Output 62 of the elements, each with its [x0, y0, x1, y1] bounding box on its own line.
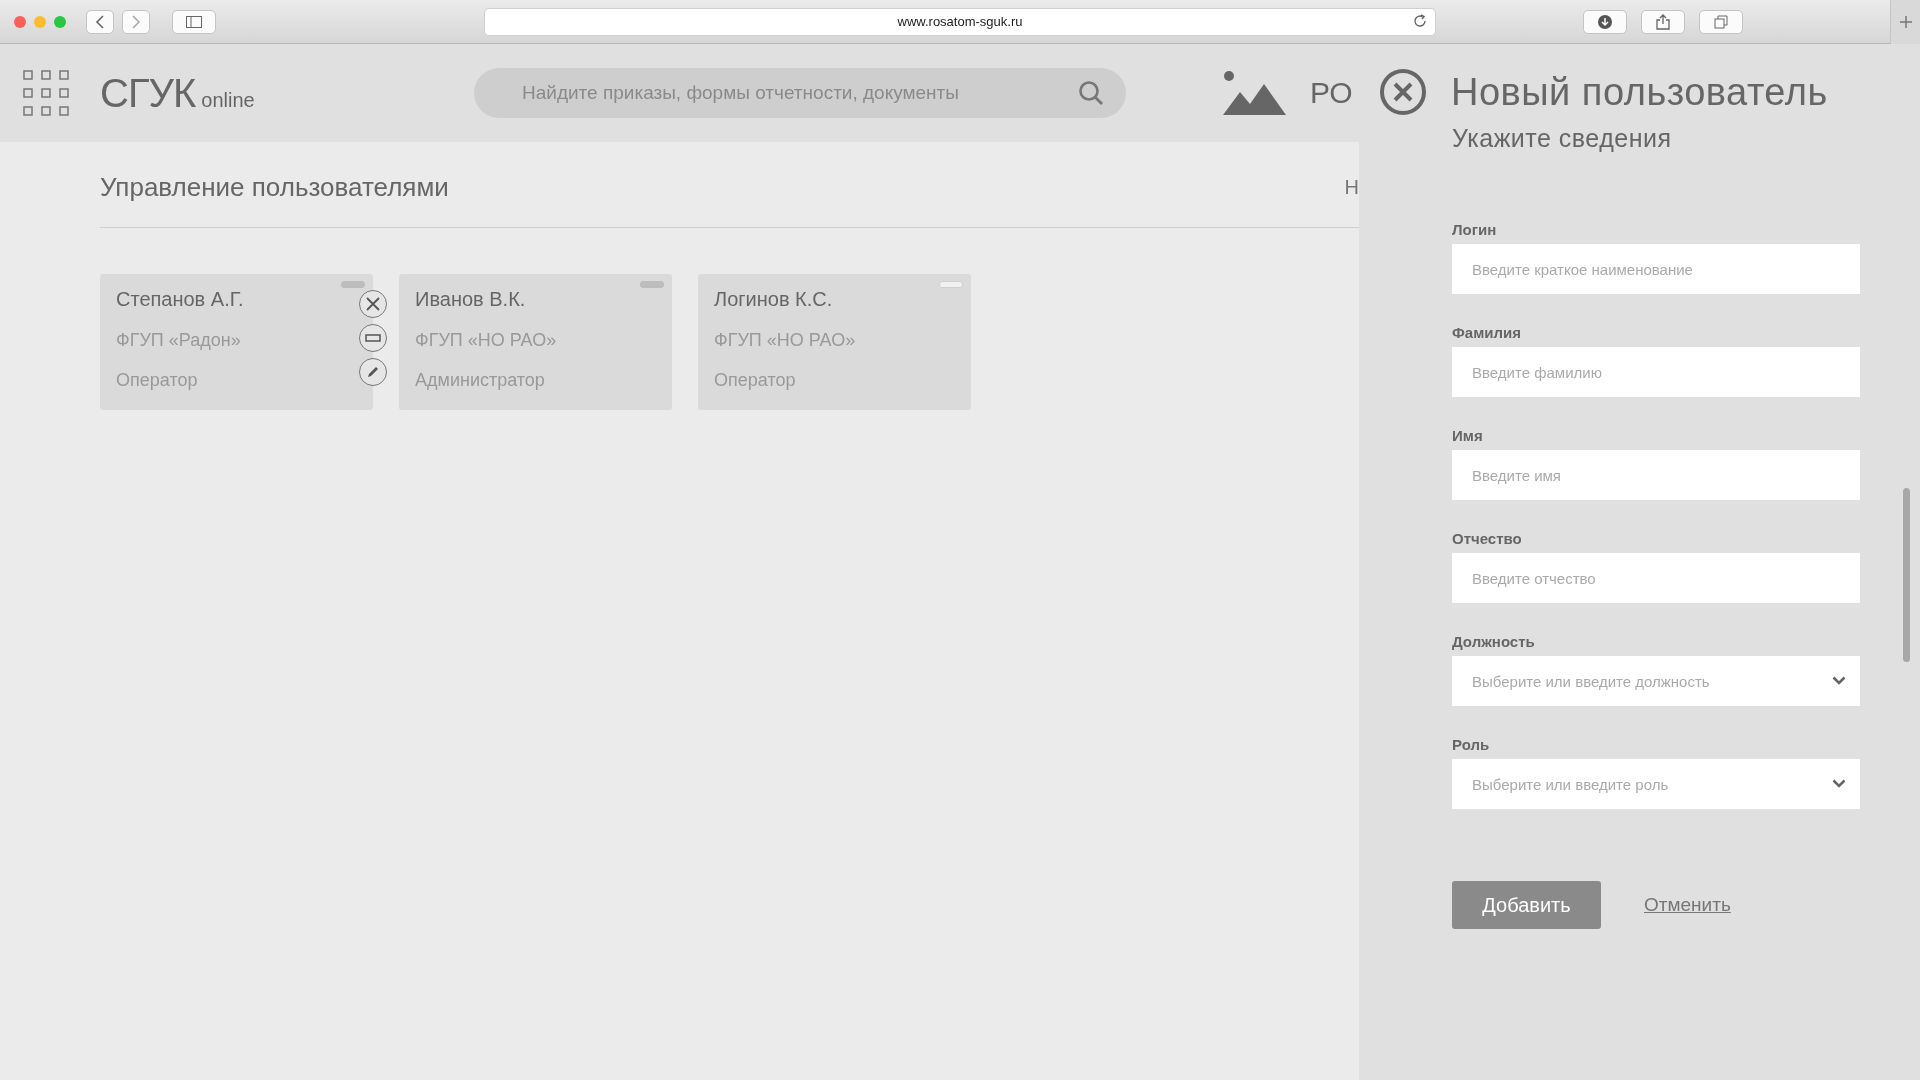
user-organization: ФГУП «Радон»: [116, 330, 242, 351]
user-name: Степанов А.Г.: [116, 288, 245, 311]
close-window-button[interactable]: [14, 15, 26, 28]
maximize-window-button[interactable]: [54, 15, 66, 28]
forward-button[interactable]: [122, 9, 150, 34]
user-role: Оператор: [116, 370, 199, 391]
new-tab-button[interactable]: [1890, 0, 1920, 44]
page-title: Управление пользователями: [100, 171, 449, 203]
plus-icon: [1899, 15, 1912, 28]
panel-title: Новый пользователь: [1451, 70, 1828, 114]
user-name: Иванов В.К.: [415, 288, 527, 311]
field-label: Роль: [1452, 736, 1491, 753]
minus-icon: [365, 334, 381, 342]
share-button[interactable]: [1641, 9, 1685, 34]
address-bar[interactable]: www.rosatom-sguk.ru: [484, 7, 1436, 36]
user-organization: ФГУП «НО РАО»: [415, 330, 558, 351]
user-organization: ФГУП «НО РАО»: [714, 330, 857, 351]
user-role: Администратор: [415, 370, 546, 391]
logo-text: СГУК: [100, 70, 196, 116]
back-button[interactable]: [86, 9, 114, 34]
search-icon[interactable]: [1078, 80, 1104, 106]
user-name: Логинов К.С.: [714, 288, 834, 311]
select-field[interactable]: Выберите или введите роль: [1452, 759, 1860, 809]
field-label: Фамилия: [1452, 324, 1522, 341]
field-label: Должность: [1452, 633, 1536, 650]
chevron-right-icon: [131, 14, 141, 29]
chevron-down-icon[interactable]: [1832, 676, 1846, 685]
sidebar-icon: [186, 15, 202, 28]
chevron-down-icon[interactable]: [1832, 779, 1846, 788]
input-field[interactable]: Введите фамилию: [1452, 347, 1860, 397]
download-icon: [1598, 14, 1612, 29]
image-icon: [1222, 70, 1288, 116]
panel-subtitle: Укажите сведения: [1452, 124, 1673, 153]
brand-text: РО: [1310, 76, 1353, 110]
user-card[interactable]: Иванов В.К. ФГУП «НО РАО» Администратор: [399, 274, 672, 410]
user-role: Оператор: [714, 370, 797, 391]
search-field[interactable]: Найдите приказы, формы отчетности, документы: [474, 68, 1126, 118]
select-field[interactable]: Выберите или введите должность: [1452, 656, 1860, 706]
tabs-button[interactable]: [1699, 9, 1743, 34]
input-field[interactable]: Введите имя: [1452, 450, 1860, 500]
download-button[interactable]: [1583, 9, 1627, 34]
input-field[interactable]: Введите краткое наименование: [1452, 244, 1860, 294]
sidebar-button[interactable]: [172, 9, 216, 34]
share-icon: [1656, 13, 1670, 30]
reload-icon[interactable]: [1413, 13, 1427, 28]
close-icon: [1379, 68, 1427, 116]
cancel-link[interactable]: Отменить: [1644, 894, 1731, 916]
field-label: Отчество: [1452, 530, 1523, 547]
field-label: Имя: [1452, 427, 1484, 444]
add-button[interactable]: Добавить: [1452, 881, 1601, 929]
pencil-icon: [366, 365, 380, 379]
user-card[interactable]: Логинов К.С. ФГУП «НО РАО» Оператор: [698, 274, 971, 410]
user-card[interactable]: Степанов А.Г. ФГУП «Радон» Оператор: [100, 274, 373, 410]
close-button[interactable]: [1379, 68, 1427, 116]
apps-grid-icon[interactable]: [22, 69, 70, 117]
logo-suffix: online: [201, 88, 255, 112]
field-label: Логин: [1452, 221, 1498, 238]
input-field[interactable]: Введите отчество: [1452, 553, 1860, 603]
scrollbar[interactable]: [1903, 488, 1910, 662]
tabs-icon: [1714, 14, 1728, 29]
chevron-left-icon: [95, 14, 105, 29]
close-icon: [366, 297, 380, 311]
